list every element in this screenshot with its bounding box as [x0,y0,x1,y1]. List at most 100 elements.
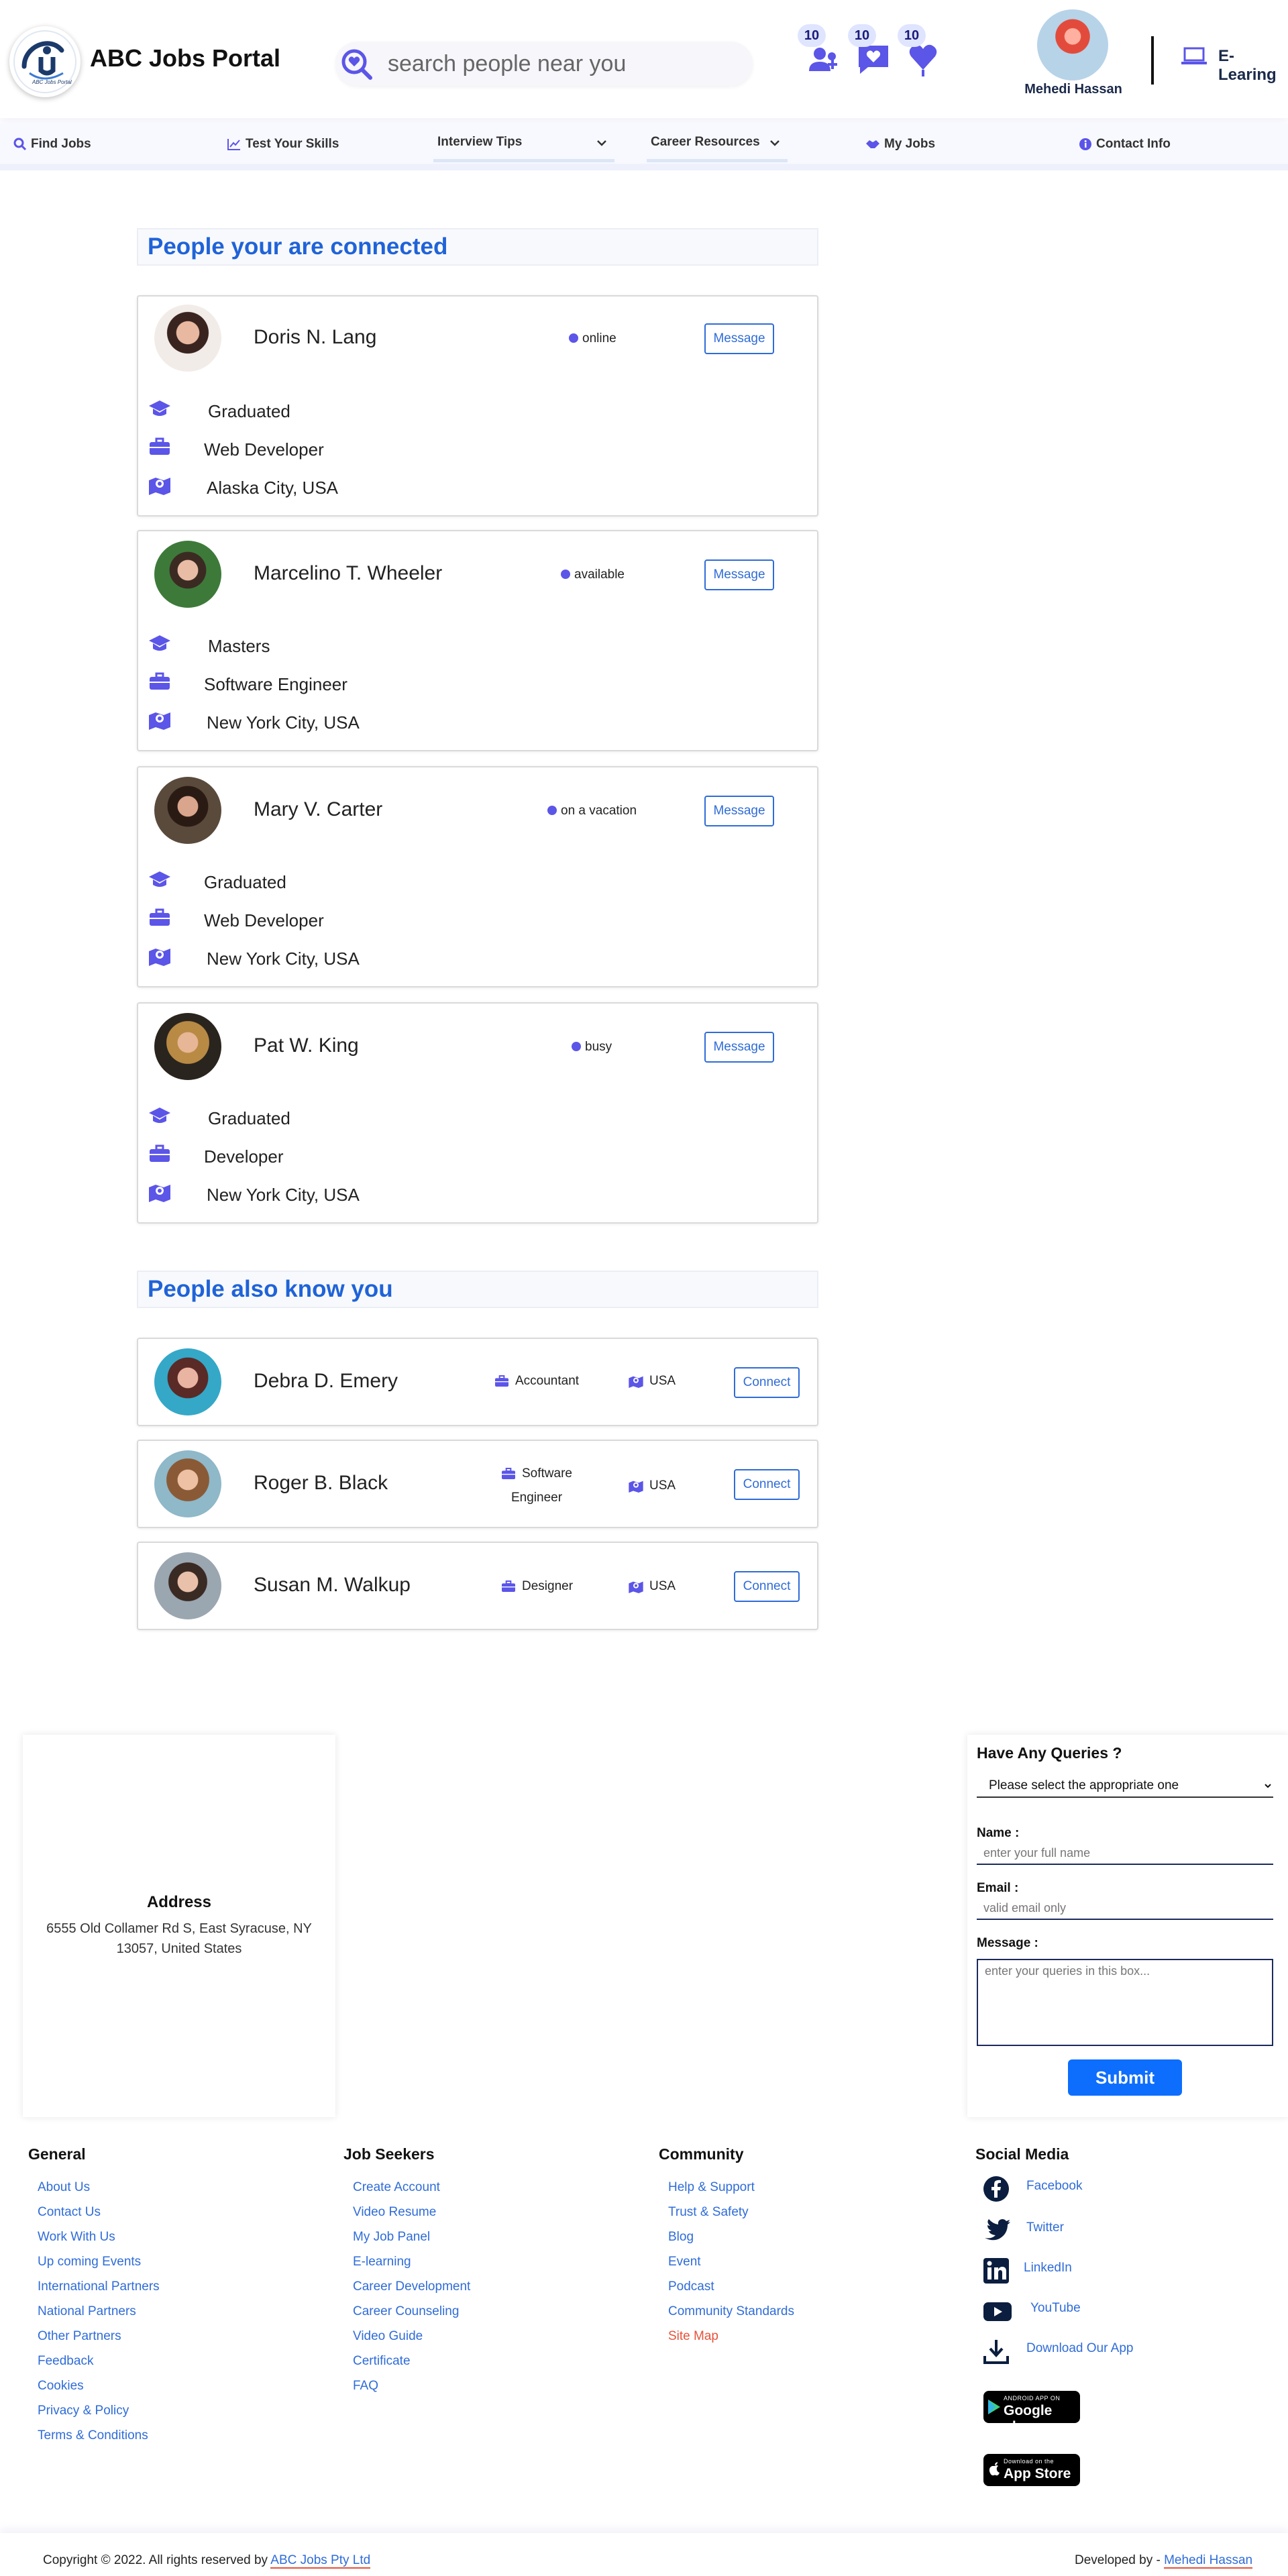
footer-link[interactable]: Up coming Events [38,2255,141,2269]
footer-link[interactable]: E-learning [353,2255,411,2269]
message-field[interactable] [977,1959,1273,2046]
info-icon [1079,138,1091,150]
map-pin-icon [149,949,170,966]
person-name: Pat W. King [254,1034,359,1057]
footer-link[interactable]: About Us [38,2180,90,2195]
app-store-badge[interactable]: Download on the App Store [983,2454,1080,2486]
connect-button[interactable]: Connect [734,1571,800,1602]
footer-link[interactable]: Other Partners [38,2329,121,2344]
search-bar[interactable] [335,42,753,86]
youtube-icon [983,2302,1012,2321]
message-button[interactable]: Message [704,1032,774,1063]
job-meta: Accountant [494,1374,579,1389]
developer-link[interactable]: Mehedi Hassan [1164,2553,1253,2569]
footer-link[interactable]: Career Counseling [353,2304,459,2319]
graduation-cap-icon [149,871,170,887]
email-field[interactable] [977,1897,1273,1920]
google-play-badge[interactable]: ANDROID APP ON Google play [983,2391,1080,2434]
footer-link[interactable]: Work With Us [38,2230,115,2245]
site-logo[interactable]: ABC Jobs Portal [9,26,80,97]
job-text: Software [522,1466,572,1481]
message-button[interactable]: Message [704,559,774,590]
chevron-down-icon [770,140,780,146]
laptop-icon [1181,47,1207,64]
submit-button[interactable]: Submit [1068,2059,1182,2096]
footer-link[interactable]: Terms & Conditions [38,2428,148,2443]
footer-link[interactable]: Privacy & Policy [38,2404,129,2418]
job-meta: Designer [500,1579,573,1594]
twitter-icon [985,2219,1010,2241]
nav-contact-info[interactable]: Contact Info [1079,123,1171,165]
suggestion-card: Roger B. Black Software Engineer USA Con… [137,1440,818,1528]
connection-card: Doris N. Lang online Message Graduated W… [137,295,818,517]
elearning-link[interactable]: E-Learing [1218,47,1288,85]
footer-link[interactable]: Video Resume [353,2205,436,2220]
footer-link[interactable]: Site Map [668,2329,718,2344]
avatar [154,1348,221,1415]
message-button[interactable]: Message [704,796,774,826]
location-row: New York City, USA [148,707,751,734]
connect-button[interactable]: Connect [734,1469,800,1500]
footer-link[interactable]: Event [668,2255,701,2269]
nav-career-resources-label: Career Resources [651,135,760,149]
footer-link[interactable]: National Partners [38,2304,136,2319]
education-row: Masters [148,631,751,657]
footer-link[interactable]: Podcast [668,2279,714,2294]
briefcase-icon [150,437,170,455]
footer-link[interactable]: Community Standards [668,2304,794,2319]
query-type-select[interactable]: Please select the appropriate one [977,1774,1273,1798]
footer-link[interactable]: Cookies [38,2379,84,2394]
query-title: Have Any Queries ? [977,1744,1122,1762]
nav-interview-tips-dropdown[interactable]: Interview Tips [433,123,614,162]
connection-card: Pat W. King busy Message Graduated Devel… [137,1002,818,1224]
name-field[interactable] [977,1842,1273,1865]
graduation-cap-icon [149,635,170,651]
copyright-bar: Copyright © 2022. All rights reserved by… [0,2533,1288,2576]
status-text: on a vacation [561,804,637,818]
nav-my-jobs[interactable]: My Jobs [865,123,935,165]
suggestion-card: Susan M. Walkup Designer USA Connect [137,1542,818,1630]
status-indicator: on a vacation [547,804,637,818]
message-label: Message : [977,1936,1038,1950]
status-text: available [574,568,625,582]
footer-social-title: Social Media [975,2145,1069,2163]
connect-button[interactable]: Connect [734,1367,800,1398]
nav-test-skills[interactable]: Test Your Skills [227,123,339,165]
country-meta: USA [628,1374,676,1389]
country-meta: USA [628,1579,676,1594]
footer-link[interactable]: Feedback [38,2354,93,2369]
footer-link[interactable]: My Job Panel [353,2230,430,2245]
graduation-cap-icon [149,400,170,416]
user-name: Mehedi Hassan [1024,82,1122,97]
status-text: online [582,331,616,345]
search-input[interactable] [388,42,737,86]
footer-link[interactable]: Career Development [353,2279,470,2294]
message-button[interactable]: Message [704,323,774,354]
footer-link[interactable]: Create Account [353,2180,440,2195]
footer-link[interactable]: Blog [668,2230,694,2245]
location-text: New York City, USA [207,1185,360,1205]
user-avatar[interactable] [1037,9,1108,80]
footer-link[interactable]: Trust & Safety [668,2205,749,2220]
nav-find-jobs[interactable]: Find Jobs [13,123,91,165]
map-pin-icon [149,478,170,495]
avatar [154,541,221,608]
footer-link[interactable]: Help & Support [668,2180,755,2195]
country-text: USA [649,1479,676,1493]
footer-link[interactable]: Certificate [353,2354,411,2369]
status-indicator: busy [572,1040,612,1055]
footer-link[interactable]: International Partners [38,2279,160,2294]
footer-link[interactable]: FAQ [353,2379,378,2394]
developer-prefix: Developed by - [1075,2553,1161,2567]
avatar [154,1013,221,1080]
linkedin-label: LinkedIn [1024,2261,1072,2275]
nav-career-resources-dropdown[interactable]: Career Resources [647,123,788,162]
person-name: Susan M. Walkup [254,1574,411,1596]
location-row: New York City, USA [148,1179,751,1206]
footer-link[interactable]: Contact Us [38,2205,101,2220]
company-link[interactable]: ABC Jobs Pty Ltd [270,2553,371,2569]
briefcase-icon [150,908,170,926]
footer-link[interactable]: Video Guide [353,2329,423,2344]
briefcase-icon [495,1375,508,1387]
location-text: New York City, USA [207,712,360,733]
